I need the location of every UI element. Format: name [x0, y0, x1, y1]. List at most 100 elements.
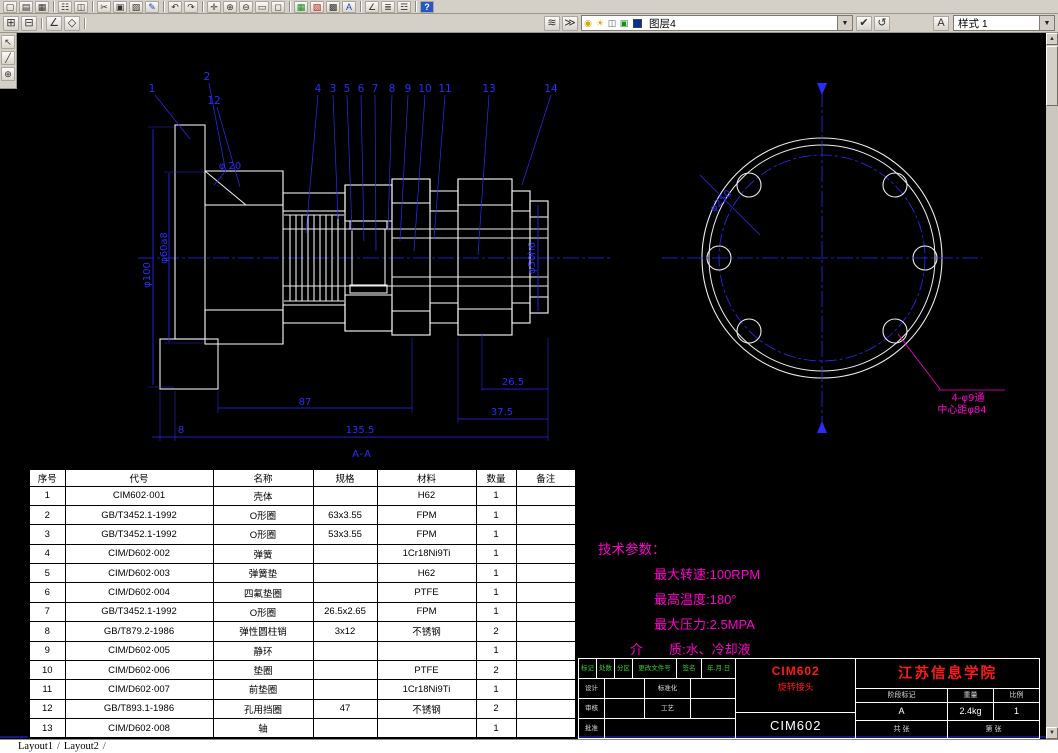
- bom-cell: [515, 524, 577, 545]
- bom-cell: 63x3.55: [312, 504, 378, 526]
- company-name: 江苏信息学院: [856, 659, 1039, 689]
- bom-cell: 1: [475, 562, 517, 584]
- zoom-window-icon[interactable]: ▭: [255, 0, 269, 13]
- help-icon[interactable]: ?: [420, 0, 434, 13]
- layer-states-icon[interactable]: ≫: [562, 15, 578, 31]
- section-arrow-top: [817, 83, 827, 95]
- bom-cell: 2: [475, 698, 517, 720]
- bom-cell: 弹簧: [212, 543, 314, 565]
- scroll-up-button[interactable]: ▲: [1046, 33, 1058, 45]
- cell-blank: [605, 679, 645, 698]
- layer-properties-manager-icon[interactable]: ≋: [544, 15, 560, 31]
- redo-icon[interactable]: ↷: [184, 0, 198, 13]
- text-style-icon[interactable]: A: [933, 15, 949, 31]
- bom-cell: 2: [28, 504, 66, 526]
- layer-lock-icon[interactable]: ◫: [606, 18, 618, 29]
- paste-icon[interactable]: ▨: [129, 0, 143, 13]
- layer-selector[interactable]: ◉ ☀ ◫ ▣ 图层4 ▼: [581, 15, 853, 31]
- bom-cell: GB/T3452.1-1992: [64, 601, 214, 623]
- zoom-tool-icon[interactable]: ⊕: [1, 67, 15, 81]
- tab-layout1[interactable]: Layout1: [14, 741, 57, 752]
- layer-combo-dropdown[interactable]: ▼: [837, 16, 852, 30]
- end-view[interactable]: φ250 4-φ9通 中心距φ84: [662, 83, 1005, 433]
- bom-header-cell: 序号: [28, 468, 66, 487]
- title-block[interactable]: 标记 处数 分区 更改文件号 签名 年.月.日 设计 标准化 审核 工艺 批准 …: [578, 658, 1040, 739]
- ucs-icon[interactable]: ∠: [46, 15, 62, 31]
- bom-cell: [312, 543, 378, 565]
- label-date: 年.月.日: [707, 665, 731, 672]
- layer-previous-icon[interactable]: ↺: [874, 15, 890, 31]
- bom-cell: PTFE: [376, 582, 477, 603]
- osnap-settings-icon[interactable]: ⊟: [21, 15, 37, 31]
- svg-text:87: 87: [299, 397, 312, 408]
- measure-icon[interactable]: ∠: [365, 0, 379, 13]
- svg-text:26.5: 26.5: [502, 377, 524, 388]
- make-object-layer-current-icon[interactable]: ✔: [856, 15, 872, 31]
- bom-cell: 1: [475, 601, 517, 623]
- bom-cell: CIM/D602·008: [64, 718, 214, 739]
- label-weight: 重量: [948, 689, 994, 702]
- bom-table[interactable]: 序号 代号 名称 规格 材料 数量 备注 1 CIM602·001 壳体 H62 1 2 GB/T345…: [28, 468, 577, 739]
- scroll-down-button[interactable]: ▼: [1046, 727, 1058, 739]
- svg-text:A-A: A-A: [352, 449, 372, 460]
- qnew-icon[interactable]: ⊞: [3, 15, 19, 31]
- label-count: 处数: [597, 659, 615, 678]
- insert-block-icon[interactable]: ▧: [310, 0, 324, 13]
- style-combo-dropdown[interactable]: ▼: [1039, 16, 1054, 30]
- pan-icon[interactable]: ✛: [207, 0, 221, 13]
- bom-cell: 1Cr18Ni9Ti: [376, 679, 477, 700]
- layer-freeze-icon[interactable]: ☀: [594, 18, 606, 29]
- scroll-thumb[interactable]: [1046, 46, 1058, 106]
- cut-icon[interactable]: ✂: [97, 0, 111, 13]
- svg-text:13: 13: [482, 83, 495, 95]
- match-properties-icon[interactable]: ✎: [145, 0, 159, 13]
- text-icon[interactable]: A: [342, 0, 356, 13]
- layer-post-tools-group: ✔ ↺: [855, 15, 891, 31]
- bom-cell: GB/T879.2-1986: [64, 621, 214, 642]
- bom-cell: 3x12: [312, 621, 378, 642]
- properties-icon[interactable]: ☲: [397, 0, 411, 13]
- toolbar-separator: [53, 1, 54, 12]
- named-views-icon[interactable]: ◇: [64, 15, 80, 31]
- bom-cell: 1: [475, 640, 517, 661]
- bom-cell: CIM/D602·003: [64, 562, 214, 584]
- layer-on-icon[interactable]: ◉: [582, 18, 594, 29]
- print-preview-icon[interactable]: ◫: [74, 0, 88, 13]
- cell-blank: [691, 699, 735, 718]
- svg-text:135.5: 135.5: [346, 425, 375, 436]
- table-row: 2 GB/T3452.1-1992 O形圈 63x3.55 FPM 1: [28, 504, 577, 526]
- title-block-company-area: 江苏信息学院 阶段标记 重量 比例 A 2.4kg 1 共 张 第 张: [856, 659, 1039, 739]
- bom-cell: 壳体: [212, 485, 314, 506]
- zoom-extents-icon[interactable]: ◻: [271, 0, 285, 13]
- tab-layout2[interactable]: Layout2: [60, 741, 103, 752]
- zoom-out-icon[interactable]: ⊖: [239, 0, 253, 13]
- insert-table-icon[interactable]: ▦: [294, 0, 308, 13]
- zoom-in-icon[interactable]: ⊕: [223, 0, 237, 13]
- hatch-icon[interactable]: ▩: [326, 0, 340, 13]
- bom-cell: [515, 679, 577, 700]
- copy-icon[interactable]: ▣: [113, 0, 127, 13]
- drawing-canvas[interactable]: 1 2 12 4 3 5 6 7 8 9 10 11 13 14 87 37.5…: [0, 33, 1046, 739]
- toolbar-layers: ⊞ ⊟ ∠ ◇ ≋ ≫ ◉ ☀ ◫ ▣ 图层4 ▼ ✔ ↺ A 样式 1 ▼: [0, 14, 1058, 33]
- save-icon[interactable]: ▦: [35, 0, 49, 13]
- new-icon[interactable]: ▢: [3, 0, 17, 13]
- bom-cell: 不锈钢: [376, 621, 477, 642]
- layer-controls: ≋ ≫ ◉ ☀ ◫ ▣ 图层4 ▼ ✔ ↺: [543, 15, 891, 31]
- draw-line-icon[interactable]: ╱: [1, 51, 15, 65]
- layer-plot-icon[interactable]: ▣: [618, 18, 630, 29]
- select-icon[interactable]: ↖: [1, 35, 15, 49]
- bom-cell: O形圈: [212, 601, 314, 623]
- vertical-scrollbar[interactable]: ▲ ▼: [1046, 33, 1058, 739]
- drawing-name: 旋转接头: [777, 682, 814, 692]
- plot-icon[interactable]: ☷: [58, 0, 72, 13]
- open-icon[interactable]: ▤: [19, 0, 33, 13]
- style-selector[interactable]: 样式 1 ▼: [953, 15, 1055, 31]
- scale-value: 1: [1013, 706, 1019, 716]
- undo-icon[interactable]: ↶: [168, 0, 182, 13]
- bom-cell: 1: [475, 504, 517, 526]
- bom-cell: [515, 543, 577, 565]
- bom-cell: [312, 718, 378, 739]
- bom-cell: O形圈: [212, 504, 314, 526]
- layer-list-icon[interactable]: ≣: [381, 0, 395, 13]
- svg-text:4: 4: [315, 83, 322, 95]
